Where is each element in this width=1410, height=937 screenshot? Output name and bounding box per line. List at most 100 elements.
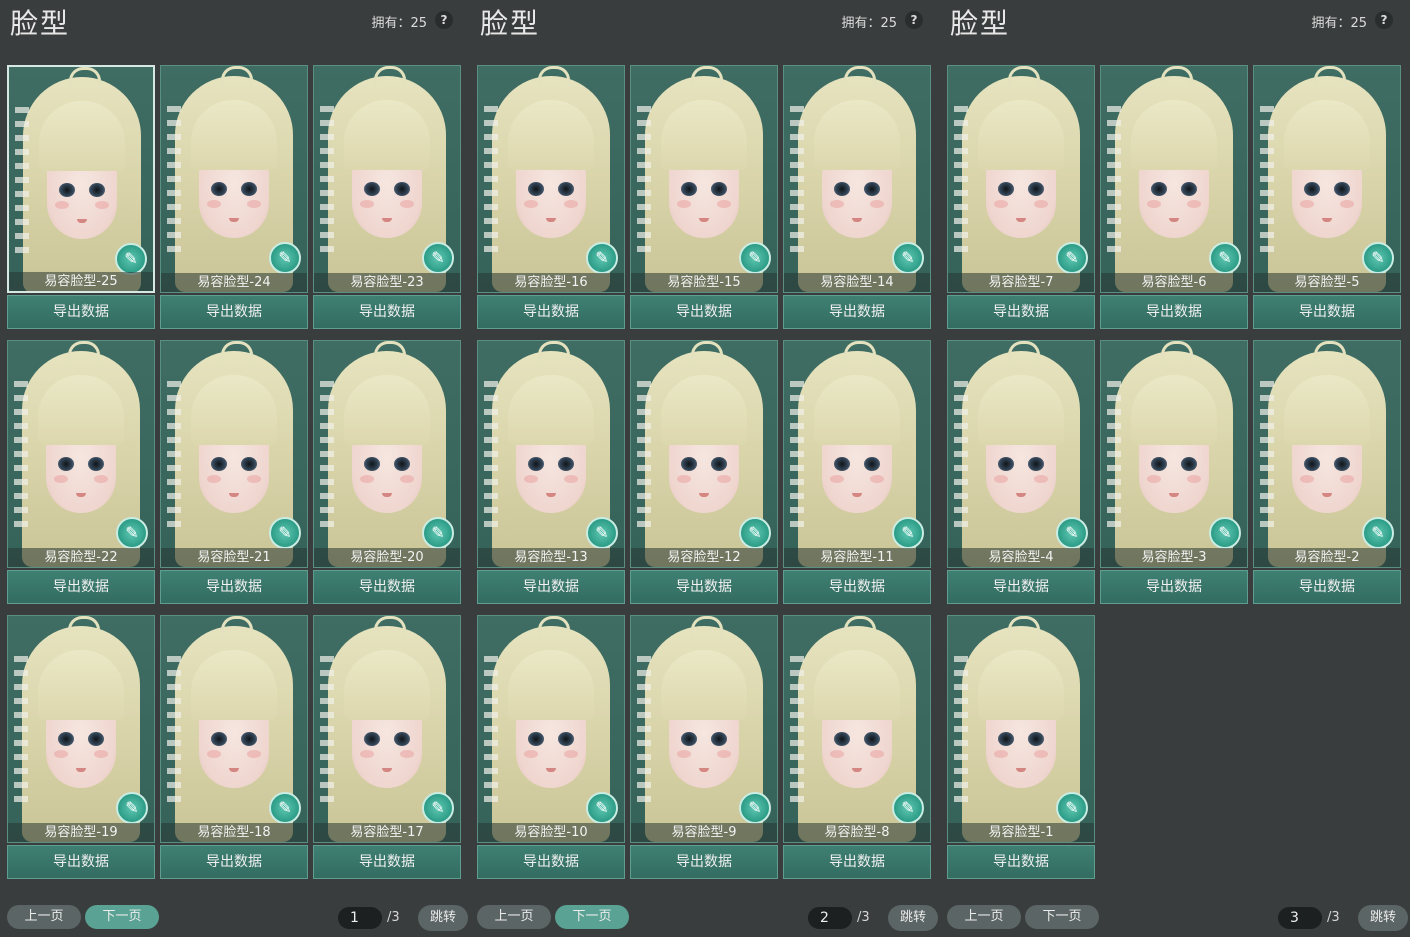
face-card[interactable]: ✎ 易容脸型-18	[160, 615, 308, 843]
face-card[interactable]: ✎ 易容脸型-8	[783, 615, 931, 843]
export-data-button[interactable]: 导出数据	[7, 845, 155, 879]
export-data-button[interactable]: 导出数据	[477, 570, 625, 604]
brush-icon[interactable]: ✎	[1209, 517, 1241, 549]
brush-icon[interactable]: ✎	[1056, 242, 1088, 274]
face-card[interactable]: ✎ 易容脸型-21	[160, 340, 308, 568]
brush-icon[interactable]: ✎	[586, 242, 618, 274]
brush-icon[interactable]: ✎	[892, 517, 924, 549]
face-card[interactable]: ✎ 易容脸型-10	[477, 615, 625, 843]
export-data-button[interactable]: 导出数据	[947, 570, 1095, 604]
export-data-button[interactable]: 导出数据	[1253, 570, 1401, 604]
face-card[interactable]: ✎ 易容脸型-3	[1100, 340, 1248, 568]
face-card[interactable]: ✎ 易容脸型-20	[313, 340, 461, 568]
jump-button[interactable]: 跳转	[1358, 905, 1408, 931]
brush-icon[interactable]: ✎	[269, 792, 301, 824]
face-card[interactable]: ✎ 易容脸型-14	[783, 65, 931, 293]
export-data-button[interactable]: 导出数据	[313, 845, 461, 879]
hair-strand	[538, 341, 570, 366]
question-icon[interactable]: ?	[905, 11, 923, 29]
brush-icon[interactable]: ✎	[116, 792, 148, 824]
page-number-input[interactable]: 3	[1278, 907, 1322, 929]
owned-count: 拥有：25	[1311, 16, 1367, 31]
brush-icon[interactable]: ✎	[1362, 242, 1394, 274]
face-card[interactable]: ✎ 易容脸型-23	[313, 65, 461, 293]
face-card[interactable]: ✎ 易容脸型-25	[7, 65, 155, 293]
export-data-button[interactable]: 导出数据	[630, 570, 778, 604]
page-number-input[interactable]: 2	[808, 907, 852, 929]
brush-icon[interactable]: ✎	[422, 517, 454, 549]
face-card[interactable]: ✎ 易容脸型-2	[1253, 340, 1401, 568]
brush-icon[interactable]: ✎	[892, 792, 924, 824]
right-blush	[1034, 750, 1048, 758]
export-data-button[interactable]: 导出数据	[947, 845, 1095, 879]
next-page-button[interactable]: 下一页	[555, 905, 629, 929]
face-card[interactable]: ✎ 易容脸型-19	[7, 615, 155, 843]
right-eye	[1028, 182, 1044, 196]
brush-icon[interactable]: ✎	[269, 517, 301, 549]
brush-icon[interactable]: ✎	[739, 242, 771, 274]
face-card[interactable]: ✎ 易容脸型-22	[7, 340, 155, 568]
export-data-button[interactable]: 导出数据	[783, 845, 931, 879]
jump-button[interactable]: 跳转	[888, 905, 938, 931]
brush-icon[interactable]: ✎	[739, 517, 771, 549]
export-data-button[interactable]: 导出数据	[313, 570, 461, 604]
left-blush	[677, 200, 691, 208]
prev-page-button[interactable]: 上一页	[7, 905, 81, 929]
hair-strand	[1161, 66, 1193, 91]
export-data-button[interactable]: 导出数据	[477, 295, 625, 329]
page-number-input[interactable]: 1	[338, 907, 382, 929]
left-blush	[830, 475, 844, 483]
export-data-button[interactable]: 导出数据	[7, 570, 155, 604]
brush-icon[interactable]: ✎	[116, 517, 148, 549]
next-page-button[interactable]: 下一页	[1025, 905, 1099, 929]
brush-icon[interactable]: ✎	[1362, 517, 1394, 549]
face-card[interactable]: ✎ 易容脸型-24	[160, 65, 308, 293]
brush-icon[interactable]: ✎	[586, 792, 618, 824]
brush-icon[interactable]: ✎	[1056, 517, 1088, 549]
export-data-button[interactable]: 导出数据	[160, 570, 308, 604]
face-card[interactable]: ✎ 易容脸型-13	[477, 340, 625, 568]
brush-icon[interactable]: ✎	[1056, 792, 1088, 824]
question-icon[interactable]: ?	[435, 11, 453, 29]
brush-icon[interactable]: ✎	[115, 243, 147, 275]
face-card[interactable]: ✎ 易容脸型-17	[313, 615, 461, 843]
export-data-button[interactable]: 导出数据	[1100, 295, 1248, 329]
face-card[interactable]: ✎ 易容脸型-1	[947, 615, 1095, 843]
export-data-button[interactable]: 导出数据	[783, 570, 931, 604]
brush-icon[interactable]: ✎	[739, 792, 771, 824]
prev-page-button[interactable]: 上一页	[477, 905, 551, 929]
question-icon[interactable]: ?	[1375, 11, 1393, 29]
brush-icon[interactable]: ✎	[586, 517, 618, 549]
face-card[interactable]: ✎ 易容脸型-9	[630, 615, 778, 843]
jump-button[interactable]: 跳转	[418, 905, 468, 931]
face-card[interactable]: ✎ 易容脸型-11	[783, 340, 931, 568]
export-data-button[interactable]: 导出数据	[160, 295, 308, 329]
face-card[interactable]: ✎ 易容脸型-12	[630, 340, 778, 568]
face-card[interactable]: ✎ 易容脸型-16	[477, 65, 625, 293]
next-page-button[interactable]: 下一页	[85, 905, 159, 929]
export-data-button[interactable]: 导出数据	[630, 295, 778, 329]
export-data-button[interactable]: 导出数据	[313, 295, 461, 329]
export-data-button[interactable]: 导出数据	[160, 845, 308, 879]
brush-icon[interactable]: ✎	[422, 792, 454, 824]
right-eye	[394, 457, 410, 471]
brush-icon[interactable]: ✎	[269, 242, 301, 274]
left-eye	[834, 732, 850, 746]
brush-icon[interactable]: ✎	[892, 242, 924, 274]
export-data-button[interactable]: 导出数据	[1253, 295, 1401, 329]
face-card[interactable]: ✎ 易容脸型-6	[1100, 65, 1248, 293]
prev-page-button[interactable]: 上一页	[947, 905, 1021, 929]
brush-icon[interactable]: ✎	[1209, 242, 1241, 274]
export-data-button[interactable]: 导出数据	[947, 295, 1095, 329]
face-card[interactable]: ✎ 易容脸型-4	[947, 340, 1095, 568]
export-data-button[interactable]: 导出数据	[630, 845, 778, 879]
export-data-button[interactable]: 导出数据	[7, 295, 155, 329]
export-data-button[interactable]: 导出数据	[783, 295, 931, 329]
face-card[interactable]: ✎ 易容脸型-5	[1253, 65, 1401, 293]
export-data-button[interactable]: 导出数据	[477, 845, 625, 879]
face-card[interactable]: ✎ 易容脸型-7	[947, 65, 1095, 293]
face-card[interactable]: ✎ 易容脸型-15	[630, 65, 778, 293]
hair-ornament	[167, 106, 181, 256]
brush-icon[interactable]: ✎	[422, 242, 454, 274]
export-data-button[interactable]: 导出数据	[1100, 570, 1248, 604]
